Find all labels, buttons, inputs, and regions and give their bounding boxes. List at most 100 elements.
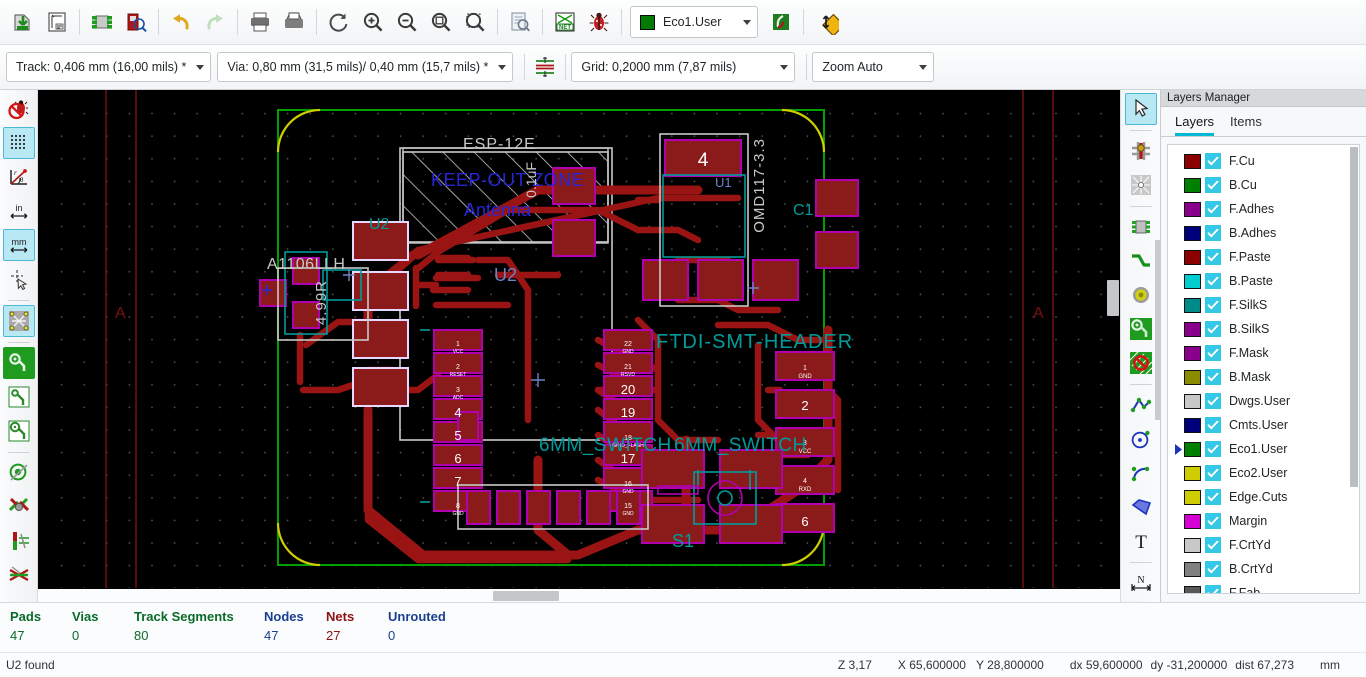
units-inch-icon[interactable]: in xyxy=(3,195,35,227)
pcb-canvas[interactable]: 1 VCC 2 RESET 3 ADC 4 5 6 7 8 GND 22 GND 21 RS… xyxy=(38,90,1120,602)
grid-display-icon[interactable] xyxy=(2,127,35,159)
layer-color-swatch[interactable] xyxy=(1184,249,1201,265)
layer-row-f-cu[interactable]: F.Cu xyxy=(1168,149,1359,173)
cursor-shape-icon[interactable] xyxy=(3,263,35,295)
layer-color-swatch[interactable] xyxy=(1184,537,1201,553)
zone-outline-only-icon[interactable] xyxy=(3,525,35,557)
tab-items[interactable]: Items xyxy=(1230,114,1262,136)
undo-icon[interactable] xyxy=(164,5,198,39)
active-layer-select[interactable]: Eco1.User xyxy=(630,6,758,38)
layer-color-swatch[interactable] xyxy=(1184,465,1201,481)
layer-row-f-mask[interactable]: F.Mask xyxy=(1168,341,1359,365)
add-via-icon[interactable] xyxy=(1125,279,1157,311)
layer-row-b-adhes[interactable]: B.Adhes xyxy=(1168,221,1359,245)
layer-row-edge-cuts[interactable]: Edge.Cuts xyxy=(1168,485,1359,509)
layer-row-b-cu[interactable]: B.Cu xyxy=(1168,173,1359,197)
drc-off-icon[interactable] xyxy=(3,93,35,125)
layer-visibility-checkbox[interactable] xyxy=(1205,537,1221,553)
layer-visibility-checkbox[interactable] xyxy=(1205,249,1221,265)
drc-icon[interactable] xyxy=(582,5,616,39)
show-zones-icon[interactable] xyxy=(3,457,35,489)
layer-color-swatch[interactable] xyxy=(1184,561,1201,577)
layer-color-swatch[interactable] xyxy=(1184,345,1201,361)
add-keepout-icon[interactable] xyxy=(1125,347,1157,379)
zoom-area-icon[interactable] xyxy=(458,5,492,39)
show-pads-sketch-icon[interactable] xyxy=(3,415,35,447)
layer-row-cmts-user[interactable]: Cmts.User xyxy=(1168,413,1359,437)
layer-visibility-checkbox[interactable] xyxy=(1205,225,1221,241)
scrollbar-thumb[interactable] xyxy=(493,591,559,601)
add-circle-icon[interactable] xyxy=(1125,423,1157,455)
add-polygon-icon[interactable] xyxy=(1125,389,1157,421)
show-vias-sketch-icon[interactable] xyxy=(3,381,35,413)
highlight-net-icon[interactable] xyxy=(1125,135,1157,167)
add-line-icon[interactable] xyxy=(1125,491,1157,523)
layer-visibility-checkbox[interactable] xyxy=(1205,369,1221,385)
track-width-select[interactable]: Track: 0,406 mm (16,00 mils) * xyxy=(6,52,212,82)
polar-coords-icon[interactable]: r θ xyxy=(3,161,35,193)
add-zone-icon[interactable] xyxy=(1125,313,1157,345)
refresh-icon[interactable] xyxy=(322,5,356,39)
layer-color-swatch[interactable] xyxy=(1184,273,1201,289)
page-settings-icon[interactable] xyxy=(40,5,74,39)
layer-visibility-checkbox[interactable] xyxy=(1205,201,1221,217)
layer-row-eco2-user[interactable]: Eco2.User xyxy=(1168,461,1359,485)
layer-color-swatch[interactable] xyxy=(1184,201,1201,217)
layer-row-f-silks[interactable]: F.SilkS xyxy=(1168,293,1359,317)
design-rules-icon[interactable] xyxy=(764,5,798,39)
zoom-select[interactable]: Zoom Auto xyxy=(812,52,935,82)
layers-list-scrollbar[interactable] xyxy=(1350,147,1358,487)
print-icon[interactable] xyxy=(243,5,277,39)
layer-color-swatch[interactable] xyxy=(1184,369,1201,385)
layer-visibility-checkbox[interactable] xyxy=(1205,417,1221,433)
toolbar-scroll-indicator[interactable] xyxy=(1155,240,1160,420)
layer-visibility-checkbox[interactable] xyxy=(1205,513,1221,529)
layer-visibility-checkbox[interactable] xyxy=(1205,441,1221,457)
layer-color-swatch[interactable] xyxy=(1184,489,1201,505)
layer-visibility-checkbox[interactable] xyxy=(1205,153,1221,169)
layer-visibility-checkbox[interactable] xyxy=(1205,345,1221,361)
layer-color-swatch[interactable] xyxy=(1184,321,1201,337)
layer-row-b-crtyd[interactable]: B.CrtYd xyxy=(1168,557,1359,581)
layer-visibility-checkbox[interactable] xyxy=(1205,273,1221,289)
layer-visibility-checkbox[interactable] xyxy=(1205,177,1221,193)
layer-color-swatch[interactable] xyxy=(1184,441,1201,457)
pcb-canvas-container[interactable]: 1 VCC 2 RESET 3 ADC 4 5 6 7 8 GND 22 GND 21 RS… xyxy=(38,90,1120,602)
layer-visibility-checkbox[interactable] xyxy=(1205,321,1221,337)
route-track-icon[interactable] xyxy=(1125,245,1157,277)
show-ratsnest-icon[interactable] xyxy=(2,305,35,337)
layer-color-swatch[interactable] xyxy=(1184,585,1201,593)
layer-color-swatch[interactable] xyxy=(1184,177,1201,193)
mode-track-icon[interactable] xyxy=(809,5,843,39)
layer-color-swatch[interactable] xyxy=(1184,225,1201,241)
layer-color-swatch[interactable] xyxy=(1184,393,1201,409)
layer-visibility-checkbox[interactable] xyxy=(1205,489,1221,505)
layer-visibility-checkbox[interactable] xyxy=(1205,585,1221,593)
layer-row-b-silks[interactable]: B.SilkS xyxy=(1168,317,1359,341)
layer-visibility-checkbox[interactable] xyxy=(1205,393,1221,409)
layer-row-f-fab[interactable]: F.Fab xyxy=(1168,581,1359,593)
grid-select[interactable]: Grid: 0,2000 mm (7,87 mils) xyxy=(571,52,796,82)
canvas-horizontal-scrollbar[interactable] xyxy=(38,588,1120,602)
layer-color-swatch[interactable] xyxy=(1184,417,1201,433)
layer-row-eco1-user[interactable]: Eco1.User xyxy=(1168,437,1359,461)
zoom-fit-icon[interactable] xyxy=(424,5,458,39)
hide-zones-icon[interactable] xyxy=(3,491,35,523)
layer-row-f-paste[interactable]: F.Paste xyxy=(1168,245,1359,269)
layer-row-margin[interactable]: Margin xyxy=(1168,509,1359,533)
canvas-vertical-scrollbar[interactable] xyxy=(1106,90,1120,602)
local-ratsnest-icon[interactable] xyxy=(1125,169,1157,201)
selection-tool-icon[interactable] xyxy=(1124,93,1157,125)
layer-visibility-checkbox[interactable] xyxy=(1205,561,1221,577)
netlist-icon[interactable]: NET xyxy=(548,5,582,39)
units-mm-icon[interactable]: mm xyxy=(2,229,35,261)
layer-row-dwgs-user[interactable]: Dwgs.User xyxy=(1168,389,1359,413)
open-footprint-editor-icon[interactable] xyxy=(85,5,119,39)
tab-layers[interactable]: Layers xyxy=(1175,114,1215,136)
layer-row-f-adhes[interactable]: F.Adhes xyxy=(1168,197,1359,221)
layer-row-f-crtyd[interactable]: F.CrtYd xyxy=(1168,533,1359,557)
zoom-in-icon[interactable] xyxy=(356,5,390,39)
add-footprint-icon[interactable] xyxy=(1125,211,1157,243)
scrollbar-thumb[interactable] xyxy=(1107,280,1119,316)
track-via-size-icon[interactable] xyxy=(530,52,560,82)
